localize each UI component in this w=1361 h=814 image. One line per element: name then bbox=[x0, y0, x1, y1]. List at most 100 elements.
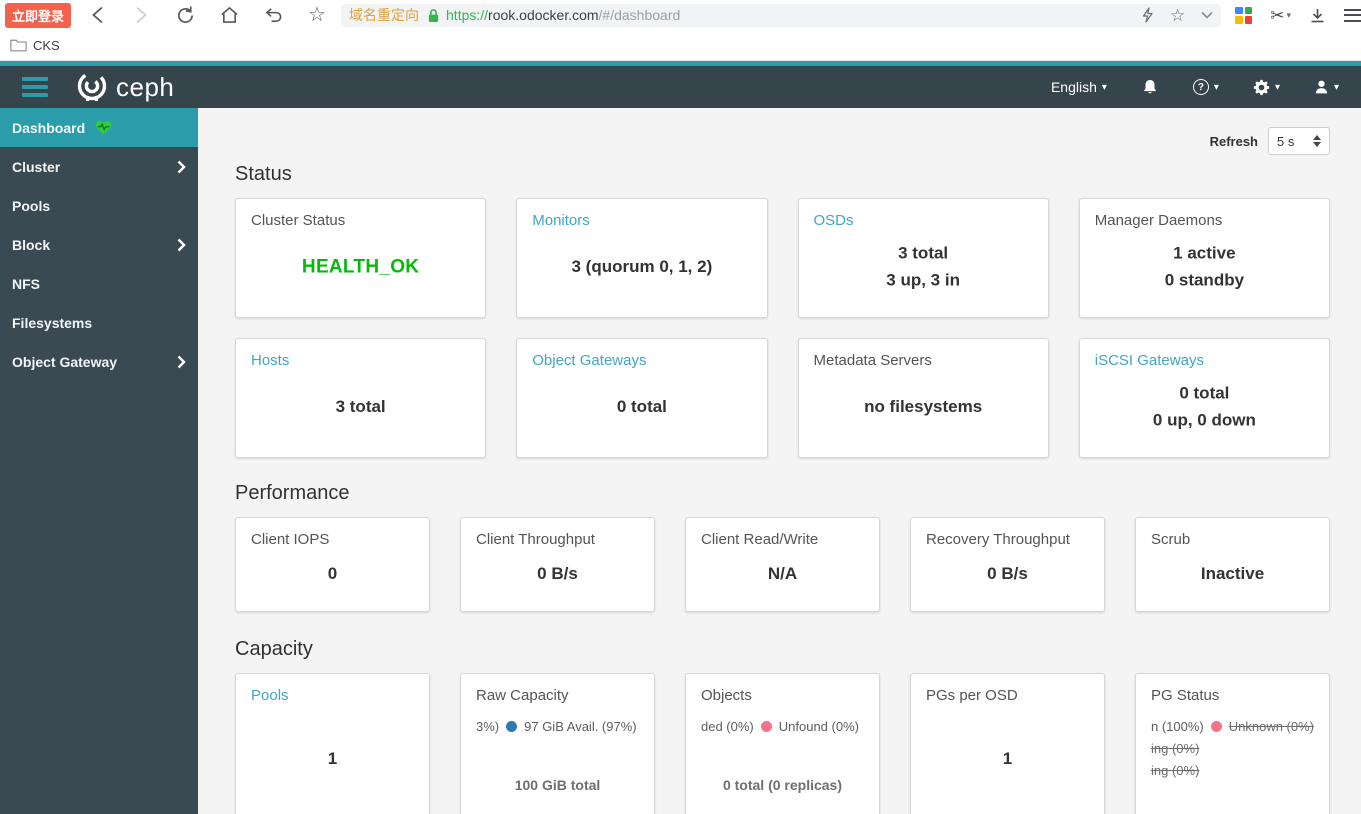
sidebar-item-cluster[interactable]: Cluster bbox=[0, 147, 198, 186]
help-menu[interactable]: ? ▾ bbox=[1192, 79, 1219, 95]
bookmark-star-icon[interactable]: ☆ bbox=[307, 5, 327, 25]
brand-name: ceph bbox=[116, 71, 175, 102]
select-stepper-icon bbox=[1313, 135, 1321, 147]
osds-link[interactable]: OSDs bbox=[814, 212, 1033, 229]
health-status-value: HEALTH_OK bbox=[301, 256, 420, 278]
legend-fragment: n (100%) bbox=[1151, 719, 1204, 734]
folder-icon bbox=[10, 38, 27, 52]
sidebar-nav: Dashboard Cluster Pools Block NFS Filesy… bbox=[0, 108, 198, 814]
home-icon[interactable] bbox=[219, 5, 239, 25]
notifications-bell-icon[interactable] bbox=[1141, 78, 1159, 97]
card-hosts: Hosts 3 total bbox=[235, 338, 487, 458]
url-protocol: https:// bbox=[446, 7, 489, 23]
back-icon[interactable] bbox=[87, 5, 107, 25]
browser-toolbar: 立即登录 ☆ 域名重定向 https://rook.odocker.com/#/… bbox=[0, 0, 1361, 30]
card-pg-status: PG Status n (100%) Unknown (0%) ing (0%)… bbox=[1135, 673, 1330, 814]
flash-icon[interactable] bbox=[1141, 7, 1154, 23]
ceph-logo-icon bbox=[74, 69, 110, 105]
help-icon: ? bbox=[1192, 79, 1209, 95]
card-metadata-servers: Metadata Servers no filesystems bbox=[797, 338, 1049, 458]
avail-legend-dot bbox=[506, 721, 518, 732]
card-iscsi-gateways: iSCSI Gateways 0 total 0 up, 0 down bbox=[1078, 338, 1330, 458]
performance-grid: Client IOPS 0 Client Throughput 0 B/s Cl… bbox=[235, 517, 1330, 612]
unknown-legend-label: Unknown (0%) bbox=[1228, 719, 1315, 734]
card-title: Metadata Servers bbox=[813, 352, 932, 369]
legend-fragment: ing (0%) bbox=[1151, 763, 1200, 778]
card-objects: Objects ded (0%) Unfound (0%) 0 total (0… bbox=[685, 673, 880, 814]
ceph-brand: ceph bbox=[74, 69, 174, 105]
undo-icon[interactable] bbox=[263, 5, 283, 25]
capacity-grid: Pools 1 Raw Capacity 3%) 97 GiB Avail. (… bbox=[235, 673, 1330, 814]
legend-fragment: ded (0%) bbox=[701, 719, 754, 734]
card-object-gateways: Object Gateways 0 total bbox=[516, 338, 768, 458]
legend-fragment: 3%) bbox=[476, 719, 500, 734]
screenshot-scissors-icon[interactable]: ✂ ▾ bbox=[1270, 7, 1291, 24]
user-icon bbox=[1314, 79, 1329, 95]
favorite-star-icon[interactable]: ☆ bbox=[1170, 7, 1185, 24]
card-osds: OSDs 3 total 3 up, 3 in bbox=[797, 198, 1049, 318]
user-menu[interactable]: ▾ bbox=[1314, 79, 1339, 95]
card-pools: Pools 1 bbox=[235, 673, 430, 814]
card-pgs-per-osd: PGs per OSD 1 bbox=[910, 673, 1105, 814]
pools-link[interactable]: Pools bbox=[251, 687, 414, 704]
sidebar-toggle-icon[interactable] bbox=[22, 77, 48, 97]
url-domain: rook.odocker.com bbox=[488, 7, 599, 23]
avail-legend-label: 97 GiB Avail. (97%) bbox=[524, 719, 637, 734]
chevron-right-icon bbox=[177, 160, 186, 174]
chevron-right-icon bbox=[177, 238, 186, 252]
status-grid: Cluster Status HEALTH_OK Monitors 3 (quo… bbox=[235, 198, 1330, 458]
refresh-label: Refresh bbox=[1209, 133, 1258, 149]
lock-icon[interactable] bbox=[427, 8, 440, 23]
bookmarks-bar: CKS bbox=[0, 30, 1361, 61]
card-manager-daemons: Manager Daemons 1 active 0 standby bbox=[1078, 198, 1330, 318]
dashboard-main: Refresh 5 s Status Cluster Status HEALTH… bbox=[198, 108, 1361, 814]
health-heart-icon bbox=[95, 120, 112, 135]
download-icon[interactable] bbox=[1309, 7, 1326, 24]
chevron-down-icon[interactable] bbox=[1201, 11, 1213, 19]
card-client-read-write: Client Read/Write N/A bbox=[685, 517, 880, 612]
card-title: Cluster Status bbox=[251, 212, 346, 229]
hosts-link[interactable]: Hosts bbox=[251, 352, 470, 369]
legend-fragment: ing (0%) bbox=[1151, 741, 1200, 756]
unfound-legend-label: Unfound (0%) bbox=[778, 719, 859, 734]
unfound-legend-dot bbox=[760, 721, 772, 732]
object-gateways-link[interactable]: Object Gateways bbox=[532, 352, 751, 369]
settings-menu[interactable]: ▾ bbox=[1253, 79, 1280, 96]
objects-total: 0 total (0 replicas) bbox=[722, 777, 843, 793]
bookmark-folder-cks[interactable]: CKS bbox=[10, 38, 60, 53]
extension-grid-icon[interactable] bbox=[1235, 6, 1253, 24]
card-raw-capacity: Raw Capacity 3%) 97 GiB Avail. (97%) 100… bbox=[460, 673, 655, 814]
redirect-label: 域名重定向 bbox=[349, 7, 420, 23]
sidebar-item-block[interactable]: Block bbox=[0, 225, 198, 264]
card-monitors: Monitors 3 (quorum 0, 1, 2) bbox=[516, 198, 768, 318]
refresh-interval-select[interactable]: 5 s bbox=[1268, 127, 1330, 155]
sidebar-item-nfs[interactable]: NFS bbox=[0, 264, 198, 303]
sidebar-item-dashboard[interactable]: Dashboard bbox=[0, 108, 198, 147]
raw-capacity-total: 100 GiB total bbox=[514, 777, 601, 793]
card-scrub: Scrub Inactive bbox=[1135, 517, 1330, 612]
status-heading: Status bbox=[235, 163, 292, 185]
sidebar-item-object-gateway[interactable]: Object Gateway bbox=[0, 342, 198, 381]
card-client-throughput: Client Throughput 0 B/s bbox=[460, 517, 655, 612]
performance-heading: Performance bbox=[235, 482, 350, 504]
card-title: Manager Daemons bbox=[1094, 212, 1223, 229]
forward-icon[interactable] bbox=[131, 5, 151, 25]
gear-icon bbox=[1253, 79, 1270, 96]
sidebar-item-pools[interactable]: Pools bbox=[0, 186, 198, 225]
sidebar-item-filesystems[interactable]: Filesystems bbox=[0, 303, 198, 342]
address-bar[interactable]: 域名重定向 https://rook.odocker.com/#/dashboa… bbox=[341, 3, 1222, 27]
login-now-button[interactable]: 立即登录 bbox=[5, 2, 72, 28]
chevron-right-icon bbox=[177, 355, 186, 369]
url-path: /#/dashboard bbox=[598, 7, 681, 23]
reload-icon[interactable] bbox=[175, 5, 195, 25]
browser-menu-icon[interactable] bbox=[1344, 8, 1361, 22]
card-recovery-throughput: Recovery Throughput 0 B/s bbox=[910, 517, 1105, 612]
capacity-heading: Capacity bbox=[235, 638, 313, 660]
card-cluster-status: Cluster Status HEALTH_OK bbox=[235, 198, 487, 318]
language-menu[interactable]: English ▾ bbox=[1051, 79, 1107, 95]
monitors-link[interactable]: Monitors bbox=[532, 212, 751, 229]
app-header: ceph English ▾ ? ▾ ▾ ▾ bbox=[0, 61, 1361, 108]
unknown-legend-dot bbox=[1210, 721, 1222, 732]
iscsi-gateways-link[interactable]: iSCSI Gateways bbox=[1095, 352, 1314, 369]
card-client-iops: Client IOPS 0 bbox=[235, 517, 430, 612]
